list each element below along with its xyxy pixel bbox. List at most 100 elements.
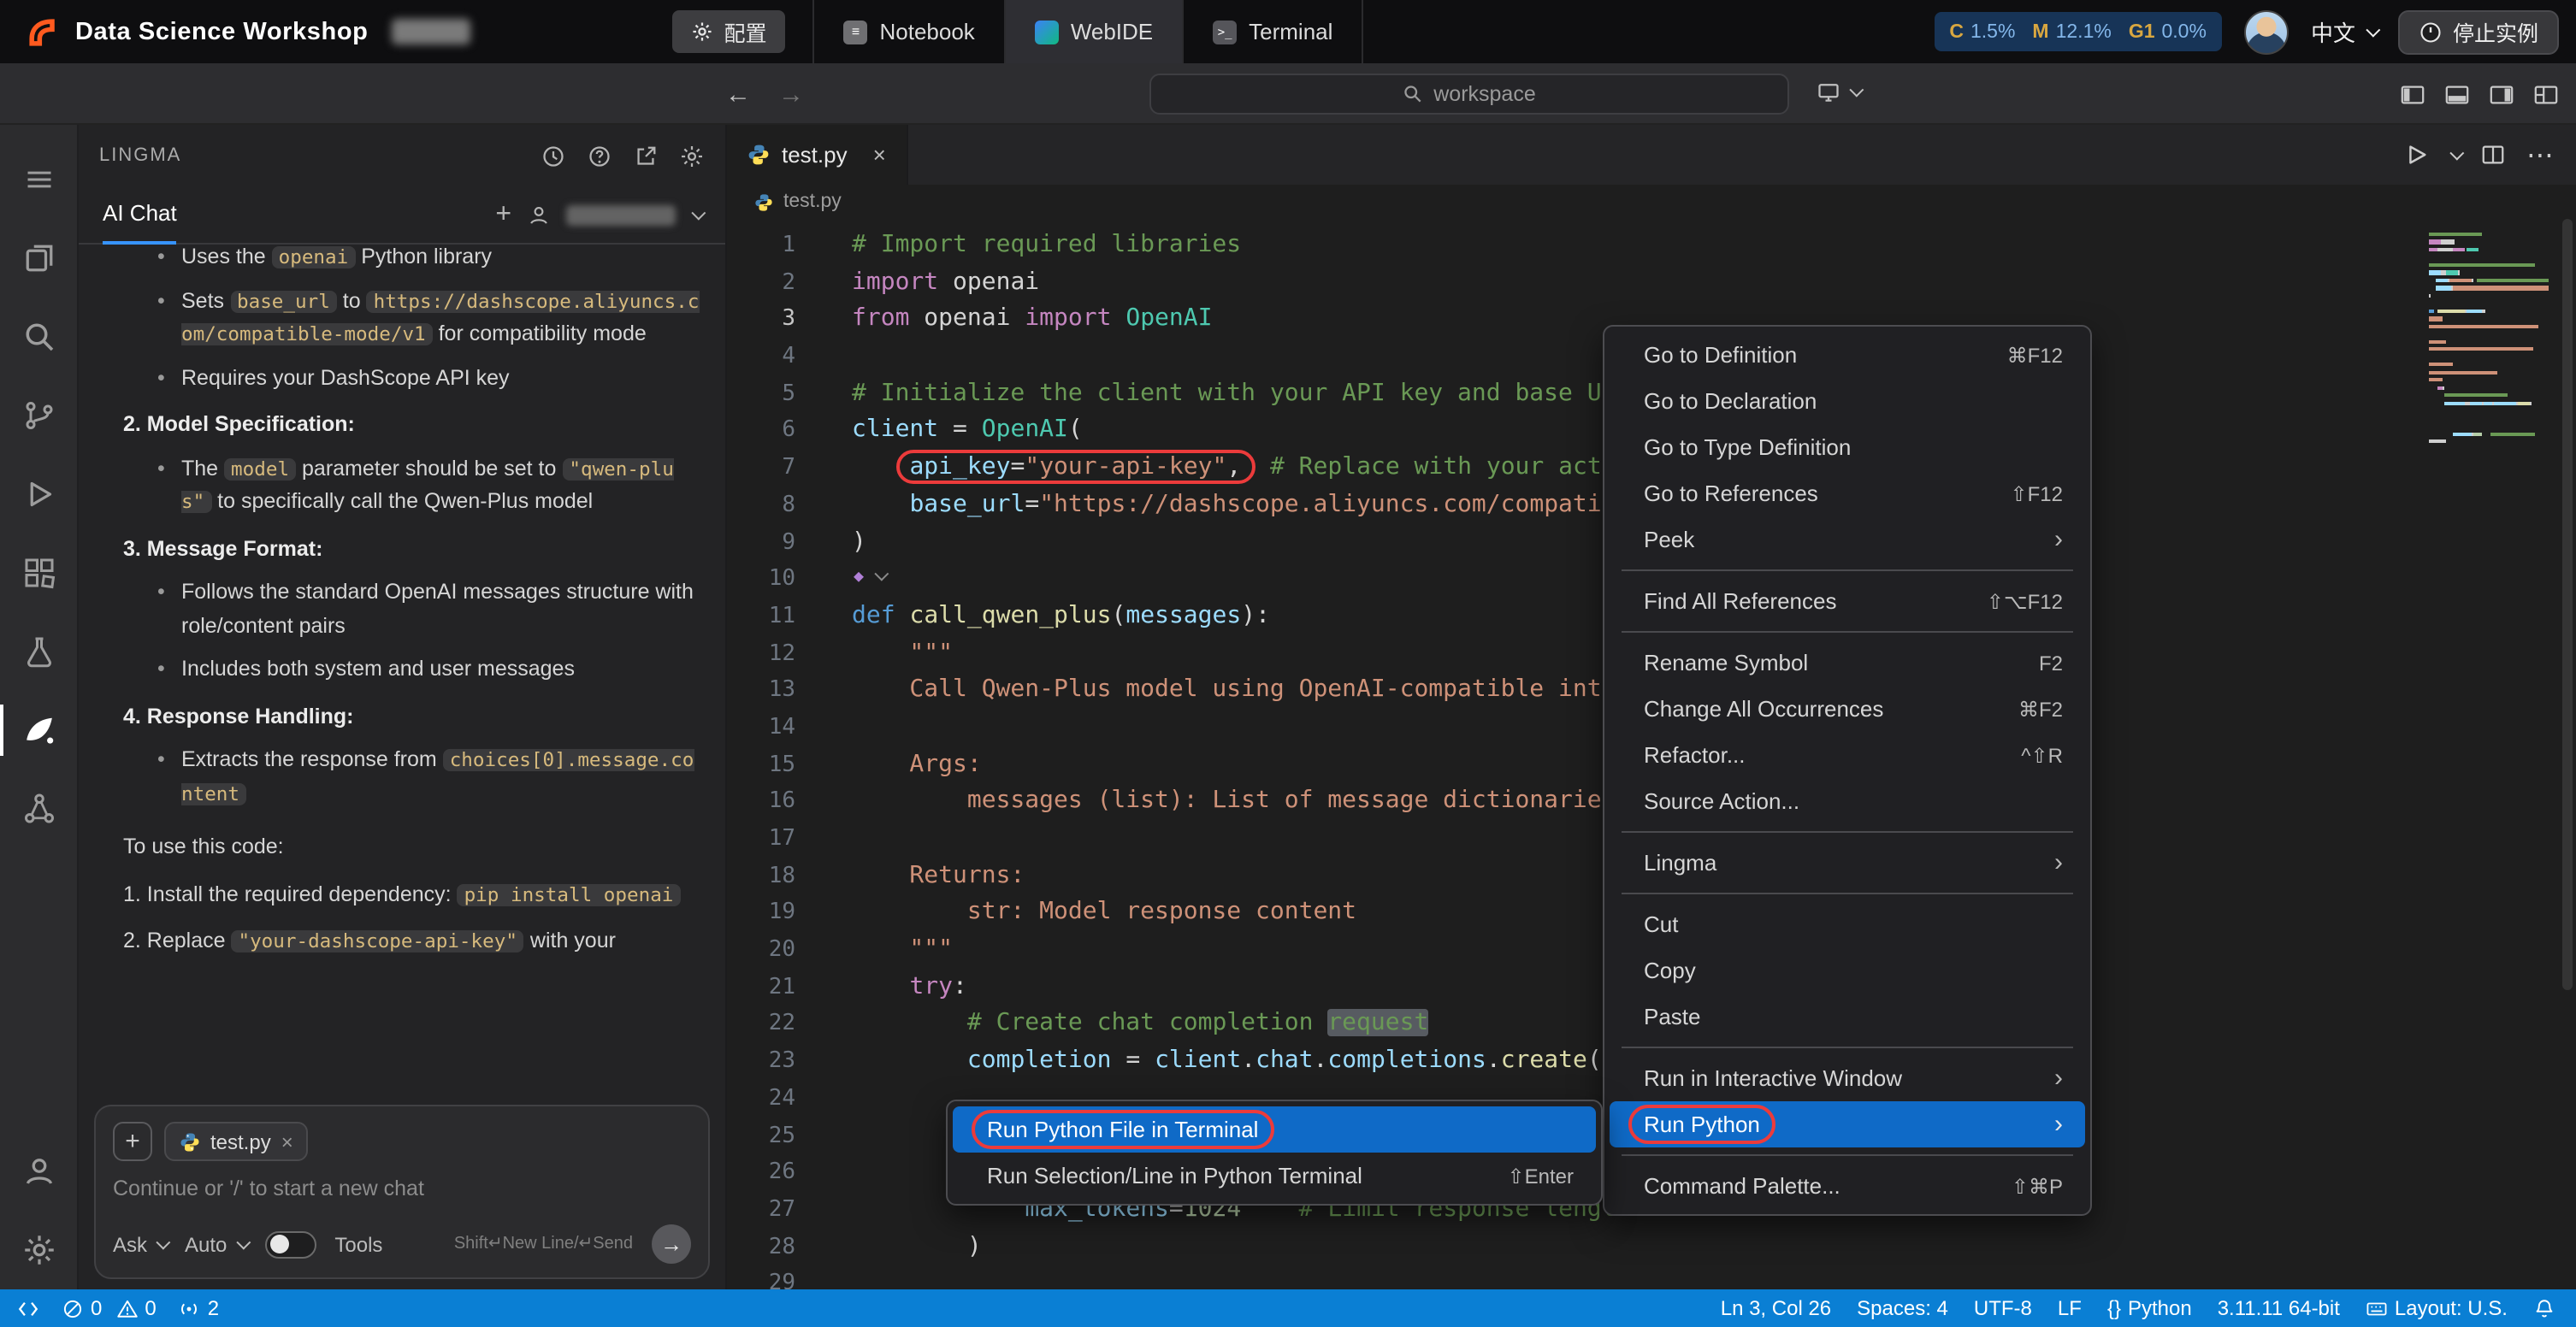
chat-number-item: 4. Response Handling: — [123, 700, 701, 734]
eol-sequence[interactable]: LF — [2058, 1296, 2082, 1320]
code-line-28[interactable]: ) — [727, 1229, 2576, 1265]
menu-item-paste[interactable]: Paste — [1610, 994, 2085, 1040]
breadcrumb-file: test.py — [783, 192, 842, 212]
menu-hamburger-icon[interactable] — [0, 140, 78, 219]
menu-item-lingma[interactable]: Lingma› — [1610, 840, 2085, 886]
minimap[interactable] — [2429, 233, 2549, 455]
chevron-down-icon — [2366, 22, 2380, 37]
explorer-icon[interactable] — [0, 219, 78, 298]
minimap-line — [2429, 340, 2549, 344]
menu-item-run-python[interactable]: Run Python› — [1610, 1101, 2085, 1147]
close-tab-icon[interactable]: × — [873, 142, 886, 168]
account-icon[interactable] — [0, 1132, 78, 1211]
avatar[interactable] — [2244, 9, 2289, 54]
tools-toggle[interactable] — [264, 1230, 316, 1258]
run-file-icon[interactable] — [2403, 142, 2429, 168]
top-tab-terminal[interactable]: >_ Terminal — [1182, 0, 1363, 63]
tab-ai-chat[interactable]: AI Chat — [103, 186, 177, 244]
customize-layout-icon[interactable] — [2533, 81, 2559, 107]
language-label: 中文 — [2311, 15, 2355, 48]
language-mode[interactable]: {}Python — [2107, 1296, 2192, 1320]
toggle-secondary-sidebar-icon[interactable] — [2489, 81, 2514, 107]
menu-item-go-to-declaration[interactable]: Go to Declaration — [1610, 378, 2085, 424]
extensions-icon[interactable] — [0, 534, 78, 612]
stop-instance-button[interactable]: 停止实例 — [2398, 9, 2559, 54]
menu-item-go-to-type-definition[interactable]: Go to Type Definition — [1610, 424, 2085, 470]
menu-item-refactor[interactable]: Refactor...^⇧R — [1610, 732, 2085, 778]
menu-separator — [1622, 831, 2073, 833]
lingma-icon[interactable] — [0, 691, 78, 770]
search-icon[interactable] — [0, 298, 78, 376]
menu-item-copy[interactable]: Copy — [1610, 947, 2085, 994]
code-line-2[interactable]: import openai — [727, 264, 2576, 301]
python-interpreter[interactable]: 3.11.11 64-bit — [2218, 1296, 2340, 1320]
menu-item-find-all-references[interactable]: Find All References⇧⌥F12 — [1610, 578, 2085, 624]
toggle-sidebar-icon[interactable] — [2400, 81, 2425, 107]
cursor-position[interactable]: Ln 3, Col 26 — [1721, 1296, 1831, 1320]
menu-item-run-in-interactive-window[interactable]: Run in Interactive Window› — [1610, 1055, 2085, 1101]
more-actions-icon[interactable]: ⋯ — [2526, 138, 2555, 172]
chat-input-field[interactable]: Continue or '/' to start a new chat — [113, 1177, 691, 1207]
ports-indicator[interactable]: 2 — [179, 1296, 219, 1320]
code-line-1[interactable]: # Import required libraries — [727, 227, 2576, 264]
feedback-icon[interactable] — [633, 143, 659, 168]
gear-icon — [691, 21, 713, 43]
error-icon — [62, 1297, 84, 1319]
toggle-panel-icon[interactable] — [2444, 81, 2470, 107]
settings-gear-icon[interactable] — [0, 1211, 78, 1289]
keyboard-layout[interactable]: Layout: U.S. — [2366, 1296, 2508, 1320]
chat-number-item: 3. Message Format: — [123, 533, 701, 566]
menu-item-rename-symbol[interactable]: Rename SymbolF2 — [1610, 640, 2085, 686]
add-context-button[interactable]: + — [113, 1122, 152, 1161]
run-dropdown-icon[interactable] — [2449, 145, 2464, 160]
menu-item-go-to-definition[interactable]: Go to Definition⌘F12 — [1610, 332, 2085, 378]
editor-tab-testpy[interactable]: test.py × — [727, 125, 908, 185]
lingma-codelens-icon[interactable]: ◆ — [854, 568, 884, 587]
user-session-icon[interactable] — [527, 203, 551, 227]
breadcrumb[interactable]: test.py — [727, 185, 2576, 219]
deploy-graph-icon[interactable] — [0, 770, 78, 848]
indentation[interactable]: Spaces: 4 — [1857, 1296, 1948, 1320]
forward-button[interactable]: → — [778, 80, 804, 109]
new-chat-icon[interactable]: + — [495, 201, 511, 228]
code-line-29[interactable] — [727, 1266, 2576, 1290]
back-button[interactable]: ← — [725, 80, 751, 109]
top-tab-webide[interactable]: WebIDE — [1004, 0, 1182, 63]
top-tab-label: WebIDE — [1071, 19, 1153, 44]
testing-icon[interactable] — [0, 612, 78, 691]
menu-item-run-selection-line-in-python-terminal[interactable]: Run Selection/Line in Python Terminal⇧En… — [953, 1153, 1596, 1199]
menu-item-peek[interactable]: Peek› — [1610, 516, 2085, 563]
send-button[interactable]: → — [652, 1224, 691, 1264]
run-debug-icon[interactable] — [0, 455, 78, 534]
panel-settings-icon[interactable] — [679, 143, 705, 168]
mode-selector[interactable]: Ask — [113, 1232, 166, 1256]
command-center-search[interactable]: workspace — [1149, 74, 1789, 115]
menu-item-command-palette[interactable]: Command Palette...⇧⌘P — [1610, 1163, 2085, 1209]
remove-context-icon[interactable]: × — [281, 1129, 293, 1153]
minimap-line — [2429, 240, 2549, 244]
config-button[interactable]: 配置 — [672, 10, 785, 53]
top-tab-notebook[interactable]: ≡ Notebook — [813, 0, 1004, 63]
split-editor-icon[interactable] — [2480, 142, 2506, 168]
encoding[interactable]: UTF-8 — [1974, 1296, 2032, 1320]
chevron-down-icon[interactable] — [691, 205, 706, 220]
model-selector[interactable]: Auto — [185, 1232, 245, 1256]
menu-item-label: Go to References — [1644, 481, 1818, 506]
menu-item-change-all-occurrences[interactable]: Change All Occurrences⌘F2 — [1610, 686, 2085, 732]
language-selector[interactable]: 中文 — [2311, 15, 2376, 48]
remote-window-indicator[interactable] — [1817, 80, 1859, 104]
source-control-icon[interactable] — [0, 376, 78, 455]
history-icon[interactable] — [541, 143, 566, 168]
menu-item-source-action[interactable]: Source Action... — [1610, 778, 2085, 824]
menu-item-cut[interactable]: Cut — [1610, 901, 2085, 947]
editor-scrollbar[interactable] — [2559, 219, 2576, 1289]
menu-item-run-python-file-in-terminal[interactable]: Run Python File in Terminal — [953, 1106, 1596, 1153]
context-file-chip[interactable]: test.py × — [164, 1122, 309, 1161]
menu-item-go-to-references[interactable]: Go to References⇧F12 — [1610, 470, 2085, 516]
red-annotated-label: Run Python File in Terminal — [987, 1117, 1258, 1142]
chat-bullet-item: Sets base_url to https://dashscope.aliyu… — [154, 285, 701, 351]
help-icon[interactable] — [587, 143, 612, 168]
problems-indicator[interactable]: 0 0 — [62, 1296, 157, 1320]
notifications-bell-icon[interactable] — [2533, 1297, 2555, 1319]
remote-indicator-icon[interactable] — [17, 1297, 39, 1319]
